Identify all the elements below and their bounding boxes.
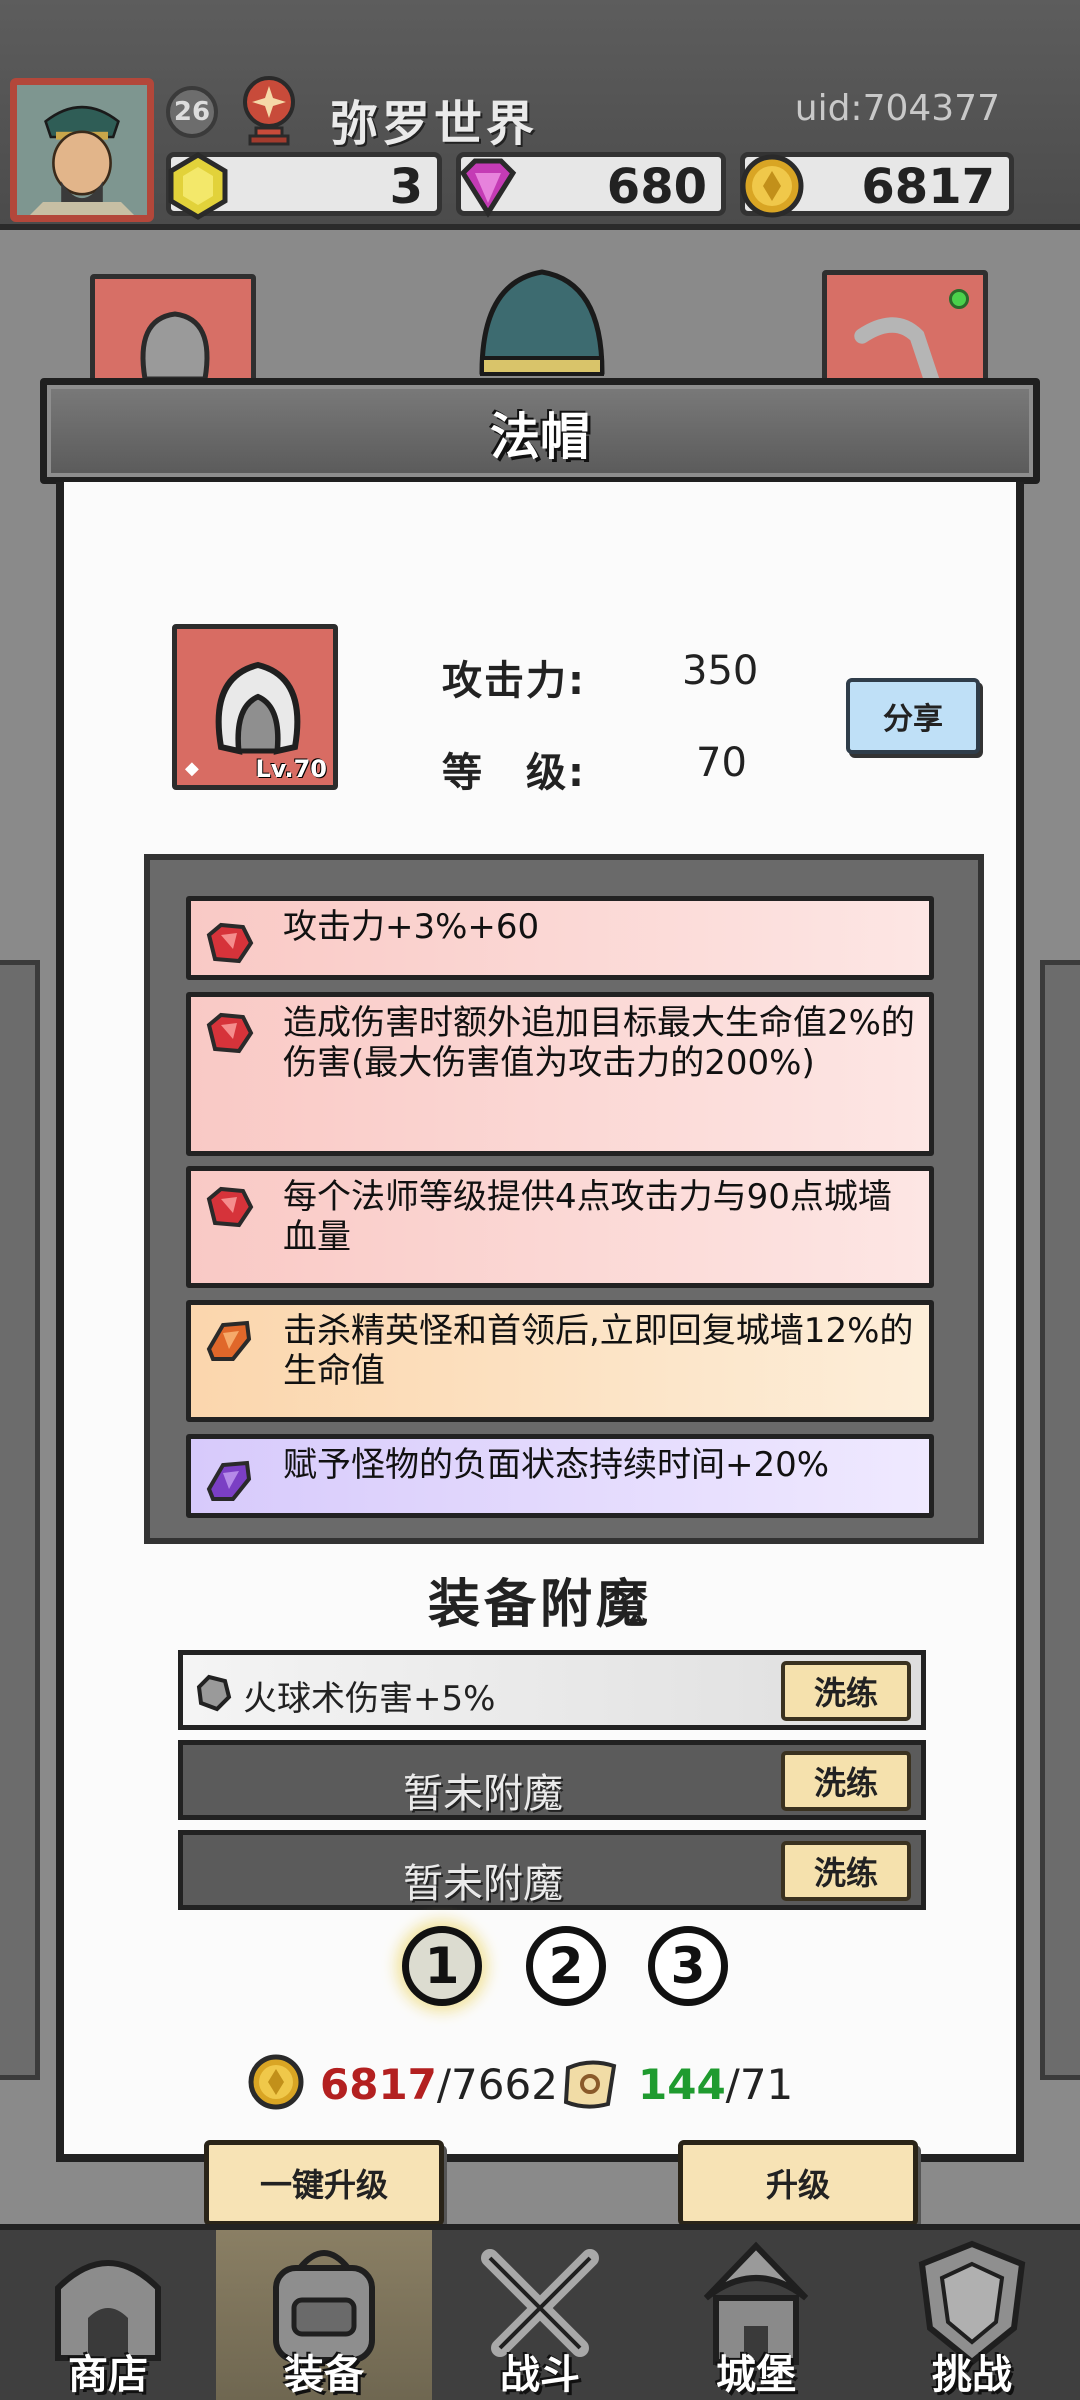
nav-label: 城堡 (716, 2352, 796, 2398)
coin-owned: 6817 (320, 2060, 437, 2109)
purple-diamond-icon (459, 158, 517, 218)
affix-row: 赋予怪物的负面状态持续时间+20% (186, 1434, 934, 1518)
bottom-navigation: 商店 装备 战斗 城堡 挑战 (0, 2224, 1080, 2400)
reroll-button[interactable]: 洗练 (781, 1841, 911, 1901)
orange-gem-icon (206, 1320, 252, 1361)
one-key-upgrade-button[interactable]: 一键升级 (204, 2140, 444, 2226)
star-icon: ◆ (185, 758, 199, 779)
red-gem-icon (206, 922, 254, 964)
attack-label: 攻击力: (442, 658, 586, 704)
item-detail-dialog: 法帽 ◆ Lv.70 攻击力: 350 等 级: 70 分享 攻击力+3%+60… (40, 378, 1040, 2226)
red-gem-icon (206, 1012, 254, 1054)
affix-row: 每个法师等级提供4点攻击力与90点城墙血量 (186, 1166, 934, 1288)
right-side-panel (1040, 960, 1080, 2080)
reroll-button[interactable]: 洗练 (781, 1751, 911, 1811)
enchant-slot: 暂未附魔 洗练 (178, 1740, 926, 1820)
affix-row: 击杀精英怪和首领后,立即回复城墙12%的生命值 (186, 1300, 934, 1422)
top-header: 26 弥罗世界 uid:704377 3 680 6817 (0, 0, 1080, 230)
gold-gem-counter[interactable]: 3 (166, 152, 442, 220)
scroll-required: /71 (725, 2060, 794, 2109)
enchant-slot: 火球术伤害+5% 洗练 (178, 1650, 926, 1730)
nav-equipment[interactable]: 装备 (216, 2230, 432, 2400)
trophy-icon[interactable] (234, 74, 304, 146)
affix-row: 造成伤害时额外追加目标最大生命值2%的伤害(最大伤害值为攻击力的200%) (186, 992, 934, 1156)
coin-value: 6817 (861, 159, 995, 215)
affix-row: 攻击力+3%+60 (186, 896, 934, 980)
player-name: 弥罗世界 (330, 96, 539, 152)
enchant-page-3[interactable]: 3 (648, 1926, 728, 2006)
affix-text: 攻击力+3%+60 (283, 907, 540, 947)
equipped-hat-icon (479, 269, 605, 376)
gold-gem-value: 3 (389, 159, 423, 215)
item-icon-frame[interactable]: ◆ Lv.70 (172, 624, 338, 790)
upgrade-button[interactable]: 升级 (678, 2140, 918, 2226)
enchant-text: 暂未附魔 (403, 1771, 563, 1817)
scroll-cost: 144/71 (638, 2060, 793, 2109)
affix-text: 击杀精英怪和首领后,立即回复城墙12%的生命值 (283, 1311, 914, 1391)
scroll-icon (563, 2060, 617, 2109)
reroll-button[interactable]: 洗练 (781, 1661, 911, 1721)
left-side-panel (0, 960, 40, 2080)
player-level-badge: 26 (166, 86, 218, 138)
gold-coin-icon (248, 2054, 304, 2110)
dialog-body: ◆ Lv.70 攻击力: 350 等 级: 70 分享 攻击力+3%+60 造成… (56, 482, 1024, 2226)
nav-label: 商店 (68, 2352, 148, 2398)
nav-castle[interactable]: 城堡 (648, 2230, 864, 2400)
scroll-owned: 144 (638, 2060, 726, 2109)
enchant-page-2[interactable]: 2 (526, 1926, 606, 2006)
diamond-value: 680 (606, 159, 707, 215)
yellow-gem-icon (168, 152, 228, 220)
enchant-section-title: 装备附魔 (427, 1575, 652, 1635)
attack-value: 350 (682, 648, 759, 694)
red-gem-icon (206, 1186, 254, 1228)
player-uid: uid:704377 (794, 88, 1000, 129)
avatar-portrait-icon (17, 85, 147, 215)
coin-cost: 6817/7662 (320, 2060, 558, 2109)
coin-counter[interactable]: 6817 (740, 152, 1014, 218)
affix-text: 每个法师等级提供4点攻击力与90点城墙血量 (283, 1177, 892, 1257)
hood-icon (215, 661, 301, 755)
affix-text: 赋予怪物的负面状态持续时间+20% (283, 1445, 830, 1485)
level-label: 等 级: (442, 750, 586, 796)
diamond-counter[interactable]: 680 (456, 152, 726, 218)
dialog-title-bar: 法帽 (40, 378, 1040, 484)
share-button[interactable]: 分享 (846, 678, 980, 754)
player-avatar[interactable] (10, 78, 154, 222)
affix-text: 造成伤害时额外追加目标最大生命值2%的伤害(最大伤害值为攻击力的200%) (283, 1003, 915, 1083)
enchant-text: 暂未附魔 (403, 1861, 563, 1907)
nav-battle[interactable]: 战斗 (432, 2230, 648, 2400)
enchant-page-1[interactable]: 1 (402, 1926, 482, 2006)
item-level-tag: Lv.70 (255, 755, 328, 783)
enchant-text: 火球术伤害+5% (243, 1679, 496, 1719)
gold-coin-icon (740, 154, 804, 218)
enchant-stone-icon (196, 1674, 232, 1712)
nav-shop[interactable]: 商店 (0, 2230, 216, 2400)
enchant-slot: 暂未附魔 洗练 (178, 1830, 926, 1910)
coin-required: /7662 (436, 2060, 558, 2109)
nav-challenge[interactable]: 挑战 (864, 2230, 1080, 2400)
nav-label: 挑战 (932, 2352, 1012, 2398)
nav-label: 战斗 (500, 2352, 580, 2398)
level-value: 70 (696, 740, 747, 786)
dialog-title: 法帽 (490, 408, 590, 466)
purple-gem-icon (206, 1460, 252, 1501)
nav-label: 装备 (284, 2352, 364, 2398)
affix-panel: 攻击力+3%+60 造成伤害时额外追加目标最大生命值2%的伤害(最大伤害值为攻击… (144, 854, 984, 1544)
